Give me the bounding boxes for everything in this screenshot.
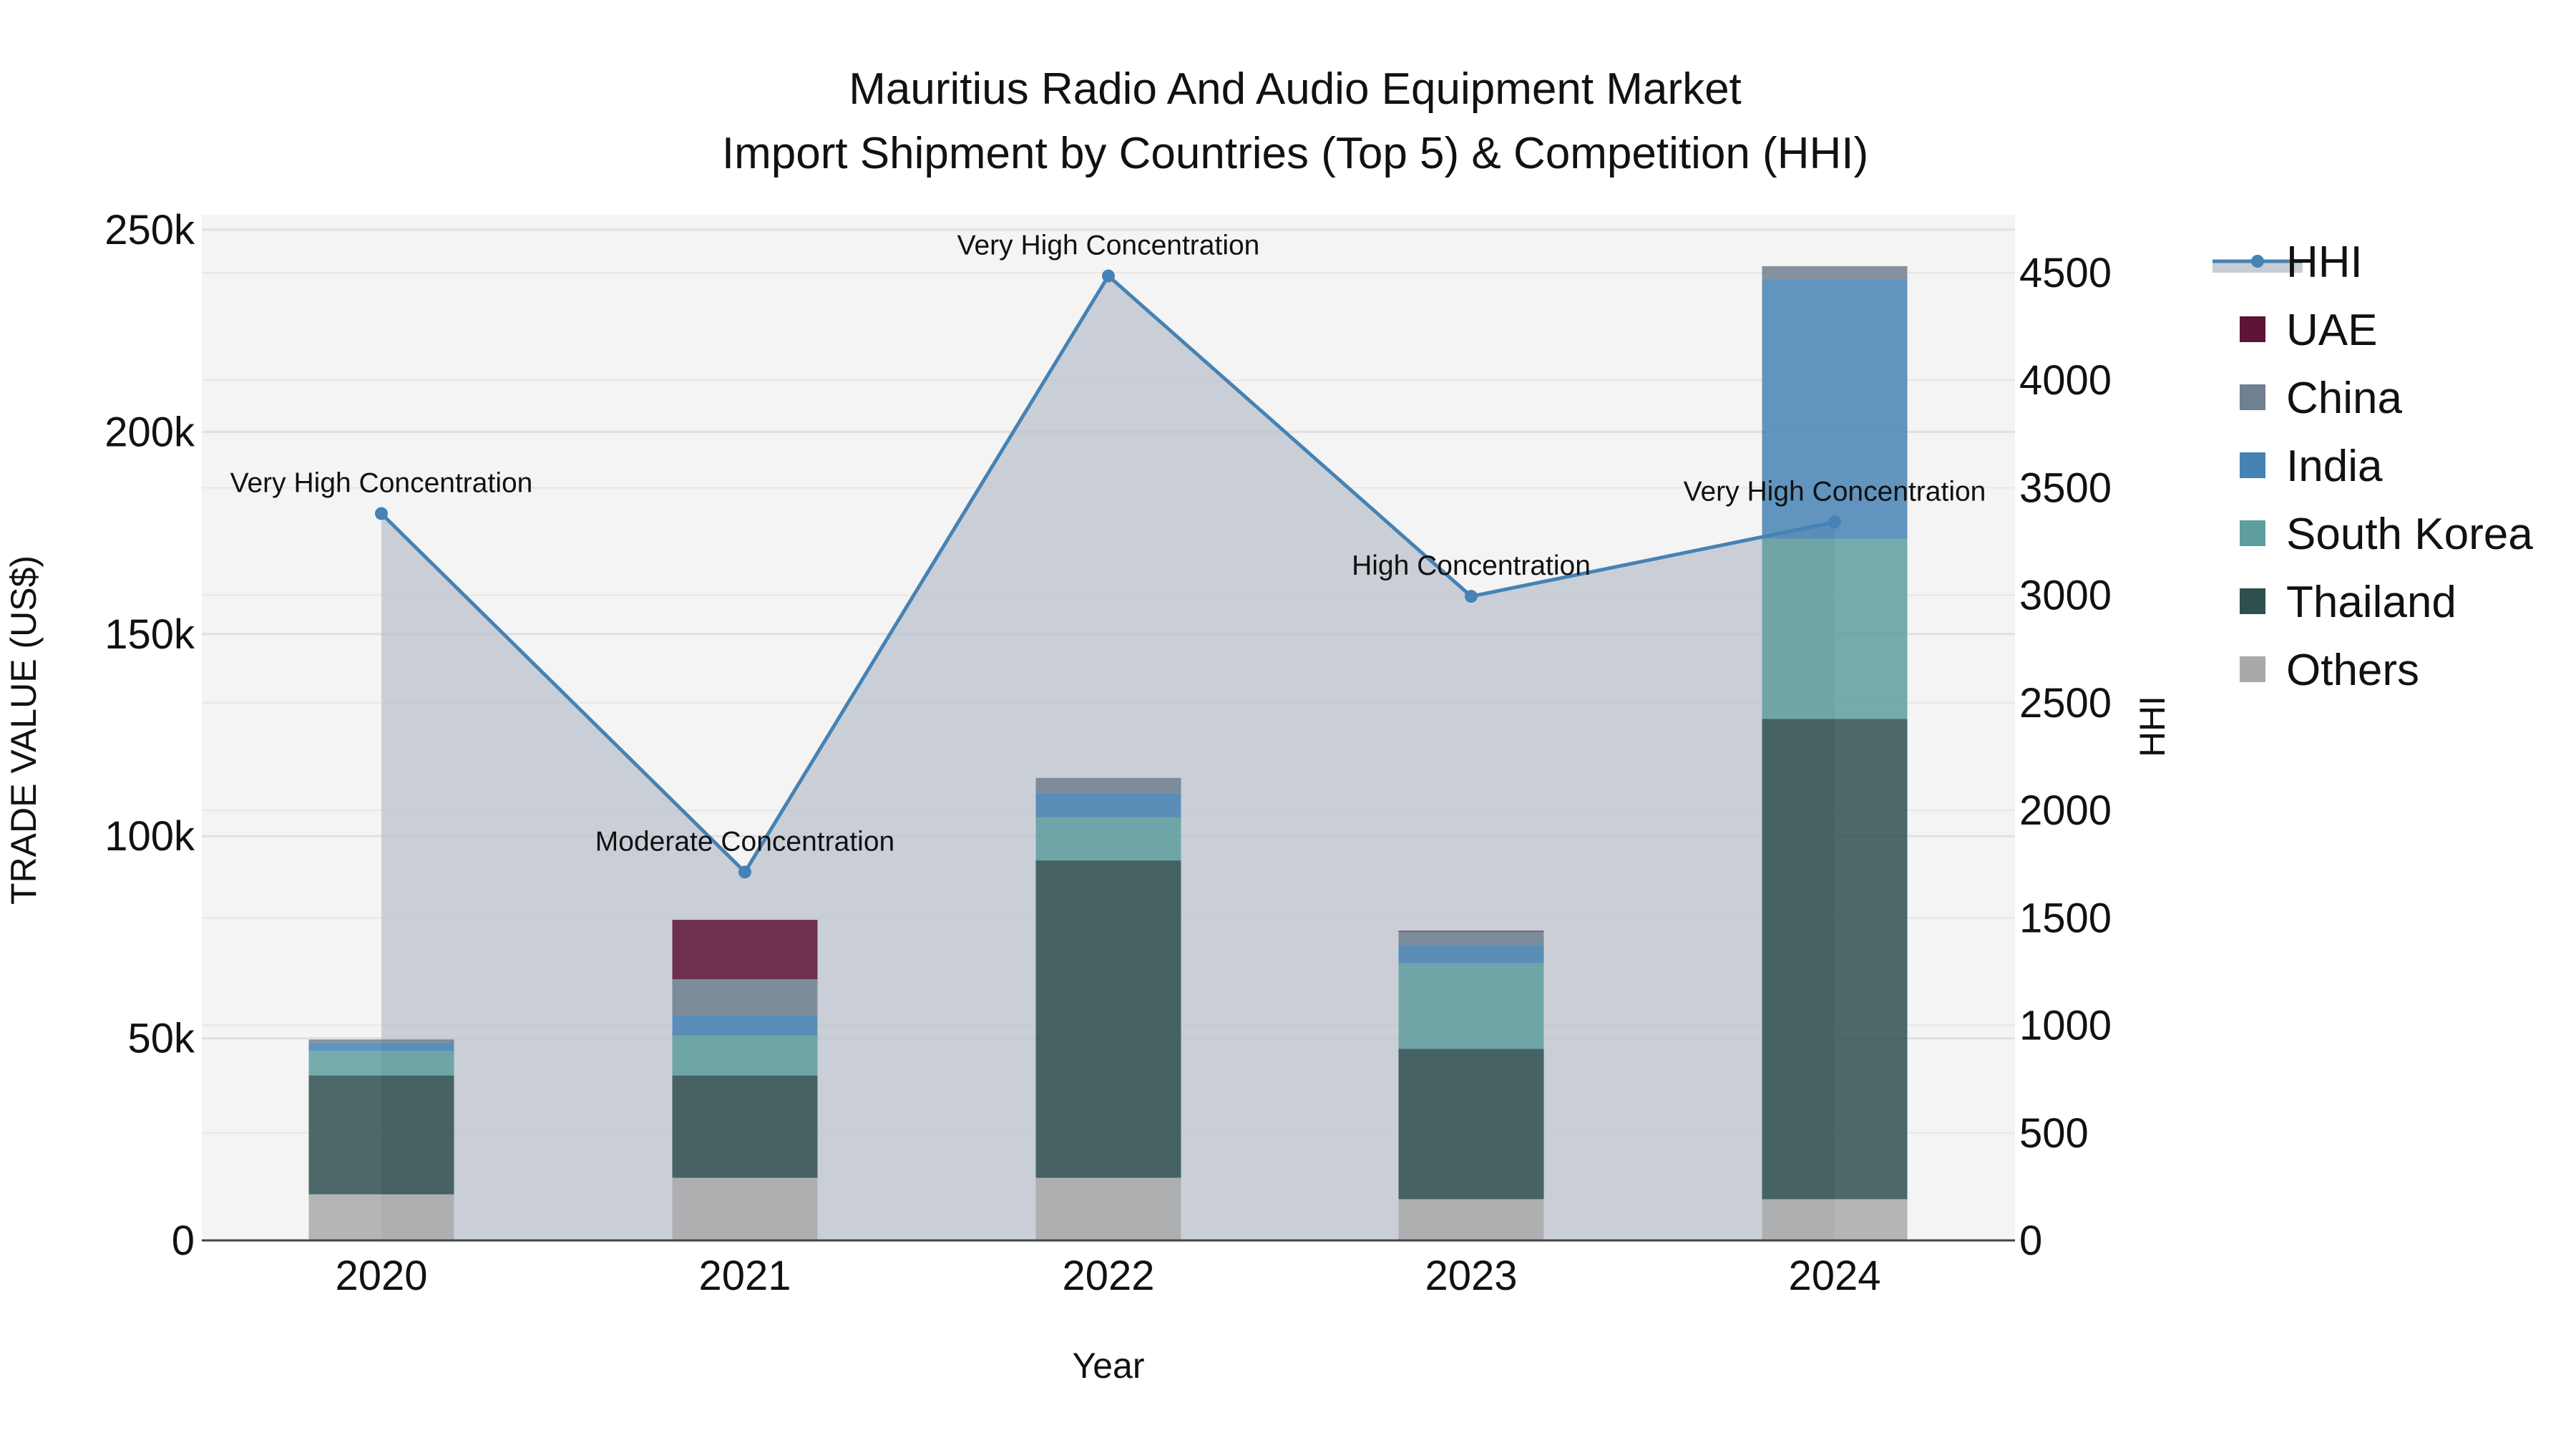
legend-item-hhi[interactable]: HHI — [2212, 238, 2363, 287]
y2-tick-label: 2000 — [2019, 787, 2112, 834]
x-tick-label: 2023 — [1425, 1253, 1517, 1299]
y2-tick-label: 1500 — [2019, 895, 2112, 941]
y2-axis-title: HHI — [2132, 696, 2172, 757]
bar-uae-2021[interactable] — [672, 920, 818, 980]
y2-tick-label: 4000 — [2019, 357, 2112, 404]
legend-item-south-korea[interactable]: South Korea — [2240, 510, 2533, 559]
hhi-annotation: Very High Concentration — [957, 230, 1260, 261]
y2-tick-label: 3500 — [2019, 465, 2112, 511]
chart: Very High Concentration Moderate Concentr… — [4, 64, 2533, 1386]
x-tick-label: 2024 — [1788, 1253, 1880, 1299]
hhi-annotation: High Concentration — [1352, 550, 1591, 581]
y-tick-label: 50k — [127, 1016, 195, 1062]
legend-swatch — [2240, 588, 2265, 614]
bar-china-2023[interactable] — [1398, 931, 1544, 946]
bar-others-2021[interactable] — [672, 1177, 818, 1240]
hhi-annotation: Very High Concentration — [230, 467, 533, 498]
y-tick-label: 100k — [104, 813, 195, 860]
x-axis-ticks: 2020 2021 2022 2023 2024 — [335, 1253, 1880, 1299]
bar-south-korea-2021[interactable] — [672, 1036, 818, 1076]
bar-others-2024[interactable] — [1762, 1199, 1908, 1240]
bar-south-korea-2024[interactable] — [1762, 538, 1908, 719]
legend-label: South Korea — [2286, 510, 2533, 559]
y2-tick-label: 2500 — [2019, 680, 2112, 726]
y-axis-title: TRADE VALUE (US$) — [4, 555, 44, 905]
y2-axis-ticks: 0 500 1000 1500 2000 2500 3000 3500 4000 4500 — [2019, 250, 2112, 1264]
bar-india-2023[interactable] — [1398, 945, 1544, 963]
bar-india-2021[interactable] — [672, 1015, 818, 1036]
hhi-point-2021[interactable] — [738, 865, 751, 879]
y2-tick-label: 3000 — [2019, 573, 2112, 619]
y-tick-label: 250k — [104, 207, 195, 253]
legend-swatch — [2240, 656, 2265, 682]
bar-others-2023[interactable] — [1398, 1199, 1544, 1240]
legend-label: India — [2286, 442, 2383, 491]
bar-others-2022[interactable] — [1035, 1177, 1181, 1240]
y-tick-label: 0 — [172, 1218, 195, 1264]
legend-label: China — [2286, 374, 2403, 423]
hhi-point-2023[interactable] — [1465, 590, 1478, 603]
x-tick-label: 2021 — [698, 1253, 791, 1299]
legend-label: UAE — [2286, 306, 2377, 355]
x-axis-title: Year — [1072, 1346, 1144, 1386]
bar-thailand-2021[interactable] — [672, 1075, 818, 1178]
legend-swatch — [2240, 316, 2265, 342]
y-axis-ticks: 0 50k 100k 150k 200k 250k — [104, 207, 195, 1264]
hhi-annotation: Moderate Concentration — [595, 826, 894, 857]
bar-china-2024[interactable] — [1762, 266, 1908, 280]
x-tick-label: 2022 — [1062, 1253, 1154, 1299]
legend-item-uae[interactable]: UAE — [2240, 306, 2377, 355]
bar-china-2021[interactable] — [672, 979, 818, 1016]
legend-label: Thailand — [2286, 578, 2457, 627]
y2-tick-label: 0 — [2019, 1218, 2042, 1264]
bar-south-korea-2022[interactable] — [1035, 817, 1181, 861]
y2-tick-label: 1000 — [2019, 1003, 2112, 1049]
bar-thailand-2023[interactable] — [1398, 1049, 1544, 1200]
bar-china-2020[interactable] — [308, 1039, 454, 1043]
chart-title: Mauritius Radio And Audio Equipment Mark… — [849, 64, 1742, 114]
y-tick-label: 150k — [104, 611, 195, 658]
legend-swatch — [2240, 520, 2265, 546]
hhi-point-2024[interactable] — [1828, 515, 1841, 529]
bar-india-2022[interactable] — [1035, 792, 1181, 818]
legend[interactable]: HHI UAE China India South Korea Thailand Other… — [2212, 238, 2533, 695]
bar-china-2022[interactable] — [1035, 777, 1181, 793]
chart-subtitle: Import Shipment by Countries (Top 5) & C… — [722, 129, 1868, 178]
legend-item-india[interactable]: India — [2240, 442, 2383, 491]
legend-swatch — [2240, 452, 2265, 478]
bar-india-2020[interactable] — [308, 1042, 454, 1051]
legend-item-others[interactable]: Others — [2240, 646, 2419, 695]
hhi-point-2020[interactable] — [375, 507, 388, 520]
legend-swatch — [2240, 384, 2265, 410]
bar-south-korea-2023[interactable] — [1398, 963, 1544, 1049]
bar-uae-2023[interactable] — [1398, 930, 1544, 932]
y2-tick-label: 4500 — [2019, 250, 2112, 296]
legend-label: HHI — [2286, 238, 2363, 287]
bar-thailand-2020[interactable] — [308, 1075, 454, 1195]
legend-item-thailand[interactable]: Thailand — [2240, 578, 2457, 627]
bar-thailand-2024[interactable] — [1762, 719, 1908, 1200]
bar-others-2020[interactable] — [308, 1194, 454, 1240]
hhi-annotation: Very High Concentration — [1684, 477, 1986, 507]
bar-thailand-2022[interactable] — [1035, 860, 1181, 1178]
legend-marker — [2251, 255, 2264, 268]
legend-label: Others — [2286, 646, 2419, 695]
hhi-point-2022[interactable] — [1102, 269, 1115, 283]
y2-tick-label: 500 — [2019, 1110, 2089, 1157]
legend-item-china[interactable]: China — [2240, 374, 2403, 423]
bar-south-korea-2020[interactable] — [308, 1051, 454, 1076]
y-tick-label: 200k — [104, 409, 195, 455]
x-tick-label: 2020 — [335, 1253, 427, 1299]
